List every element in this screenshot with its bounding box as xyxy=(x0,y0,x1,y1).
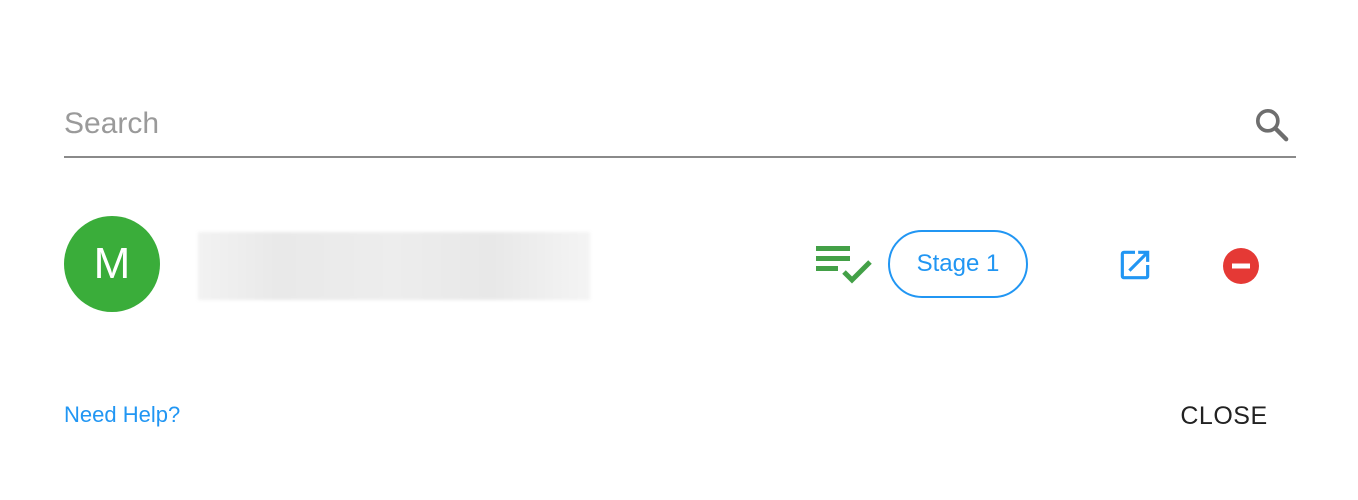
member-dialog: M Stage 1 Need Help? CLOSE xyxy=(0,0,1358,500)
stage-chip[interactable]: Stage 1 xyxy=(888,230,1028,298)
remove-circle-icon[interactable] xyxy=(1221,246,1261,286)
search-input[interactable] xyxy=(64,102,1234,146)
search-field xyxy=(64,96,1296,158)
member-name-redacted xyxy=(198,232,590,300)
open-in-new-icon[interactable] xyxy=(1116,246,1154,284)
avatar: M xyxy=(64,216,160,312)
need-help-link[interactable]: Need Help? xyxy=(64,402,180,428)
close-button[interactable]: CLOSE xyxy=(1166,392,1282,440)
member-row: M Stage 1 xyxy=(64,216,1296,312)
playlist-check-icon xyxy=(814,242,876,286)
search-icon[interactable] xyxy=(1252,105,1292,145)
